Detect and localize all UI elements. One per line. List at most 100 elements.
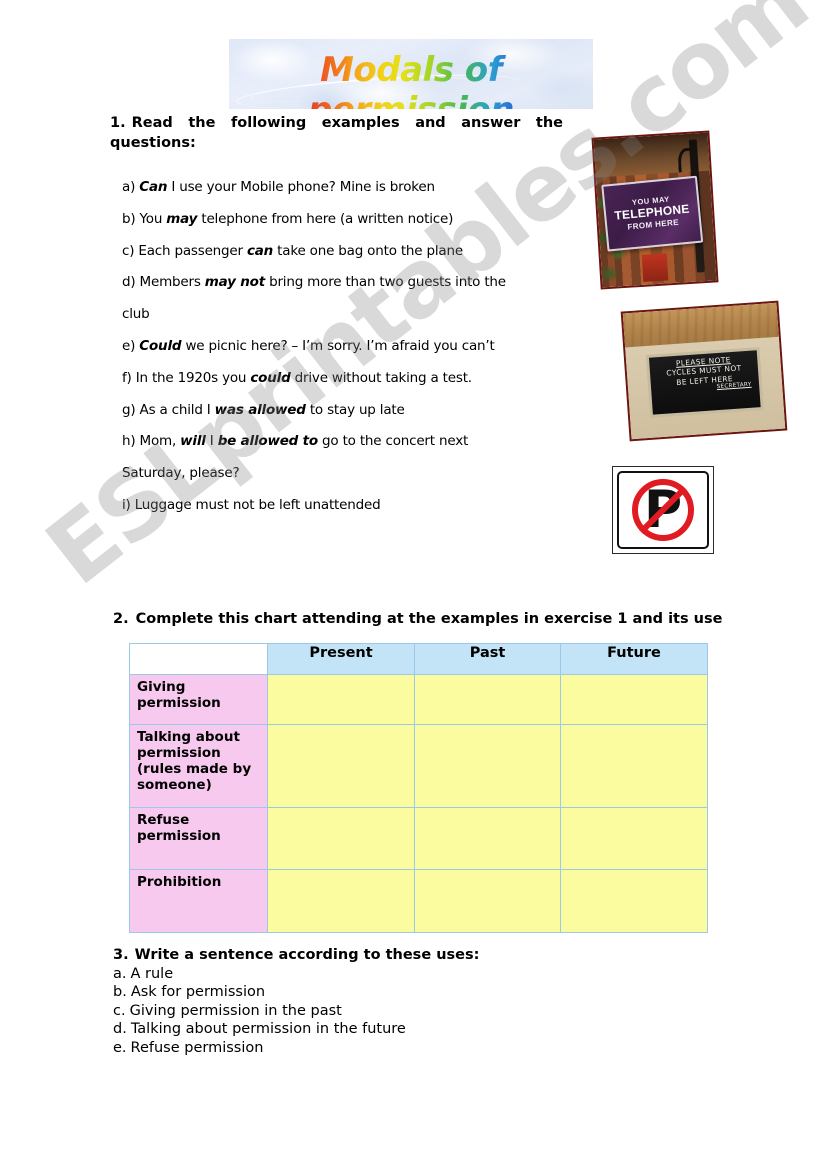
- example-item: f) In the 1920s you could drive without …: [122, 363, 522, 395]
- example-letter: c): [122, 242, 139, 259]
- example-text: telephone from here (a written notice): [197, 210, 454, 227]
- table-row: Giving permission: [129, 674, 708, 725]
- example-letter: b): [122, 210, 140, 227]
- cycles-sign-board: PLEASE NOTE CYCLES MUST NOT BE LEFT HERE…: [648, 350, 761, 415]
- column-header-past: Past: [414, 643, 561, 675]
- table-row: Prohibition: [129, 869, 708, 933]
- use-item-text: Ask for permission: [130, 984, 266, 1001]
- use-item-text: Giving permission in the past: [129, 1002, 342, 1019]
- use-item-letter: e.: [113, 1039, 127, 1056]
- telephone-sign-board: YOU MAY TELEPHONE FROM HERE: [600, 176, 703, 252]
- example-modal: may: [166, 210, 198, 227]
- example-text: As a child I: [139, 401, 215, 418]
- column-header-present: Present: [267, 643, 415, 675]
- use-item-text: Talking about permission in the future: [130, 1021, 406, 1038]
- table-header-row: Present Past Future: [129, 643, 708, 675]
- column-header-future: Future: [560, 643, 708, 675]
- example-text: You: [139, 210, 167, 227]
- example-text: Luggage must not be left unattended: [134, 496, 381, 513]
- photo-no-parking-sign: P: [612, 466, 714, 554]
- example-text: Members: [139, 274, 205, 291]
- example-text: I use your Mobile phone? Mine is broken: [167, 179, 435, 195]
- red-object: [641, 253, 669, 282]
- use-item-letter: a.: [113, 965, 127, 982]
- use-item: a. A rule: [113, 965, 479, 984]
- example-text: In the 1920s you: [135, 369, 251, 386]
- answer-cell[interactable]: [267, 724, 415, 808]
- exercise-3-heading: 3. Write a sentence according to these us…: [113, 946, 479, 965]
- example-letter: e): [122, 337, 140, 354]
- use-item-letter: c.: [113, 1002, 126, 1019]
- photo-telephone-sign: YOU MAY TELEPHONE FROM HERE: [591, 130, 719, 290]
- table-row: Refuse permission: [129, 807, 708, 870]
- exercise-3-number: 3.: [113, 947, 129, 963]
- answer-cell[interactable]: [267, 807, 415, 870]
- answer-cell[interactable]: [267, 869, 415, 933]
- example-modal: Could: [139, 337, 182, 354]
- title-banner: Modals of permission: [229, 39, 593, 109]
- table-row: Talking about permission (rules made by …: [129, 724, 708, 808]
- example-modal: could: [250, 369, 291, 386]
- example-item: d) Members may not bring more than two g…: [122, 267, 522, 331]
- example-letter: h): [122, 433, 140, 450]
- example-text: I: [205, 433, 218, 450]
- example-text: to stay up late: [305, 401, 405, 418]
- use-item: c. Giving permission in the past: [113, 1002, 479, 1021]
- example-modal: may not: [204, 274, 265, 291]
- example-item: a) Can I use your Mobile phone? Mine is …: [122, 172, 522, 204]
- example-text: Each passenger: [138, 242, 247, 259]
- exercise-2-number: 2.: [113, 611, 129, 627]
- exercise-3: 3. Write a sentence according to these us…: [113, 946, 479, 1058]
- row-label: Refuse permission: [129, 807, 268, 870]
- example-item: i) Luggage must not be left unattended: [122, 490, 522, 522]
- no-parking-plate: P: [617, 471, 709, 549]
- example-letter: i): [122, 496, 135, 513]
- example-item: c) Each passenger can take one bag onto …: [122, 236, 522, 268]
- use-item-letter: b.: [113, 984, 127, 1001]
- exercise-1-example-list: a) Can I use your Mobile phone? Mine is …: [122, 172, 522, 522]
- table-corner-cell: [129, 643, 268, 675]
- example-text: we picnic here? – I’m sorry. I’m afraid …: [181, 337, 495, 354]
- exercise-3-list: a. A rule b. Ask for permission c. Giving per…: [113, 965, 479, 1058]
- exercise-1-number: 1.: [110, 115, 126, 131]
- permission-chart-table: Present Past Future Giving permission Tal…: [129, 643, 708, 933]
- answer-cell[interactable]: [414, 724, 561, 808]
- exercise-2-heading-text: Complete this chart attending at the exa…: [135, 611, 723, 627]
- row-label: Giving permission: [129, 674, 268, 725]
- example-text: drive without taking a test.: [290, 369, 472, 386]
- answer-cell[interactable]: [414, 807, 561, 870]
- example-text: take one bag onto the plane: [273, 242, 463, 259]
- answer-cell[interactable]: [414, 869, 561, 933]
- answer-cell[interactable]: [414, 674, 561, 725]
- example-letter: d): [122, 274, 140, 291]
- cycles-sign-plaque: PLEASE NOTE CYCLES MUST NOT BE LEFT HERE…: [645, 346, 764, 418]
- answer-cell[interactable]: [560, 724, 708, 808]
- example-item: g) As a child I was allowed to stay up l…: [122, 395, 522, 427]
- example-modal: be allowed to: [217, 433, 318, 450]
- example-letter: a): [122, 179, 140, 195]
- answer-cell[interactable]: [267, 674, 415, 725]
- use-item-text: A rule: [130, 965, 174, 982]
- example-item: h) Mom, will I be allowed to go to the c…: [122, 426, 522, 490]
- use-item-text: Refuse permission: [130, 1039, 264, 1056]
- example-letter: g): [122, 401, 140, 418]
- exercise-2-chart-wrapper: Present Past Future Giving permission Tal…: [129, 643, 708, 933]
- exercise-3-heading-text: Write a sentence according to these uses…: [134, 947, 480, 963]
- row-label: Talking about permission (rules made by …: [129, 724, 268, 808]
- example-item: e) Could we picnic here? – I’m sorry. I’…: [122, 331, 522, 363]
- example-item: b) You may telephone from here (a writte…: [122, 204, 522, 236]
- example-modal: was allowed: [214, 401, 306, 418]
- example-text: Mom,: [139, 433, 181, 450]
- example-letter: f): [122, 369, 136, 386]
- use-item-letter: d.: [113, 1021, 127, 1038]
- example-modal: can: [246, 242, 274, 259]
- row-label: Prohibition: [129, 869, 268, 933]
- photo-cycles-sign: PLEASE NOTE CYCLES MUST NOT BE LEFT HERE…: [620, 300, 788, 442]
- answer-cell[interactable]: [560, 807, 708, 870]
- answer-cell[interactable]: [560, 869, 708, 933]
- page-title: Modals of permission: [229, 50, 593, 109]
- exercise-1-heading-text: Read the following examples and answer t…: [110, 115, 563, 151]
- use-item: b. Ask for permission: [113, 983, 479, 1002]
- answer-cell[interactable]: [560, 674, 708, 725]
- use-item: e. Refuse permission: [113, 1039, 479, 1058]
